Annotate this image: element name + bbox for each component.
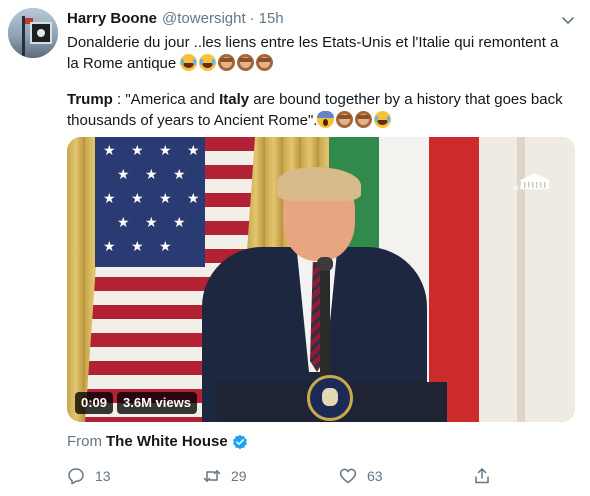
- share-button[interactable]: [473, 467, 501, 485]
- tweet: Harry Boone @towersight · 15h Donalderie…: [0, 0, 590, 496]
- reply-icon: [68, 468, 84, 485]
- source-prefix: From: [67, 433, 102, 450]
- like-button[interactable]: 63: [339, 467, 383, 485]
- see-no-evil-monkey-emoji-icon: [336, 111, 354, 128]
- see-no-evil-monkey-emoji-icon: [256, 54, 274, 71]
- heart-icon: [339, 468, 357, 484]
- share-icon: [475, 468, 489, 484]
- italian-flag-red: [429, 137, 479, 422]
- retweet-button[interactable]: 29: [203, 467, 247, 485]
- video-duration-badge: 0:09: [75, 392, 114, 414]
- quote-colon: :: [112, 91, 126, 108]
- video-player[interactable]: ★ ★ ★ ★ ★ ★ ★ ★ ★ ★ ★ ★ ★ ★ ★ ★ ★ WH.GOV 0:09 3.: [67, 137, 575, 422]
- quote-bold-word: Italy: [219, 91, 250, 108]
- media-source: From The White House: [67, 433, 248, 450]
- avatar-sign: [30, 22, 52, 44]
- speaker-hair: [277, 167, 361, 201]
- tweet-text-intro: Donalderie du jour ..les liens entre les…: [67, 32, 572, 74]
- video-watermark: WH.GOV: [513, 185, 545, 192]
- presidential-seal: [307, 375, 353, 421]
- separator: ·: [249, 10, 255, 27]
- avatar[interactable]: [8, 8, 58, 58]
- tears-of-joy-emoji-icon: [199, 54, 217, 71]
- see-no-evil-monkey-emoji-icon: [218, 54, 236, 71]
- retweet-count: 29: [231, 468, 247, 484]
- tweet-text-quote: Trump : "America and Italy are bound tog…: [67, 89, 572, 131]
- quote-part-1: "America and: [125, 91, 220, 108]
- tweet-header: Harry Boone @towersight · 15h: [67, 10, 284, 30]
- face-screaming-emoji-icon: [317, 111, 335, 128]
- tweet-text-line: Donalderie du jour ..les liens entre les…: [67, 34, 559, 72]
- reply-count: 13: [95, 468, 111, 484]
- display-name[interactable]: Harry Boone: [67, 10, 157, 27]
- reply-button[interactable]: 13: [67, 467, 111, 485]
- source-account-link[interactable]: The White House: [106, 433, 228, 450]
- tweet-actions: 13 29 63: [67, 467, 572, 489]
- see-no-evil-monkey-emoji-icon: [237, 54, 255, 71]
- chevron-down-icon[interactable]: [560, 12, 576, 28]
- video-views-badge: 3.6M views: [117, 392, 197, 414]
- user-handle[interactable]: @towersight: [162, 10, 246, 27]
- see-no-evil-monkey-emoji-icon: [355, 111, 373, 128]
- us-flag-canton: ★ ★ ★ ★ ★ ★ ★ ★ ★ ★ ★ ★ ★ ★ ★ ★ ★: [95, 137, 205, 267]
- tears-of-joy-emoji-icon: [374, 111, 392, 128]
- quote-speaker: Trump: [67, 91, 113, 108]
- retweet-icon: [203, 470, 221, 482]
- tears-of-joy-emoji-icon: [180, 54, 198, 71]
- verified-badge-icon: [232, 434, 247, 449]
- like-count: 63: [367, 468, 383, 484]
- timestamp[interactable]: 15h: [259, 10, 284, 27]
